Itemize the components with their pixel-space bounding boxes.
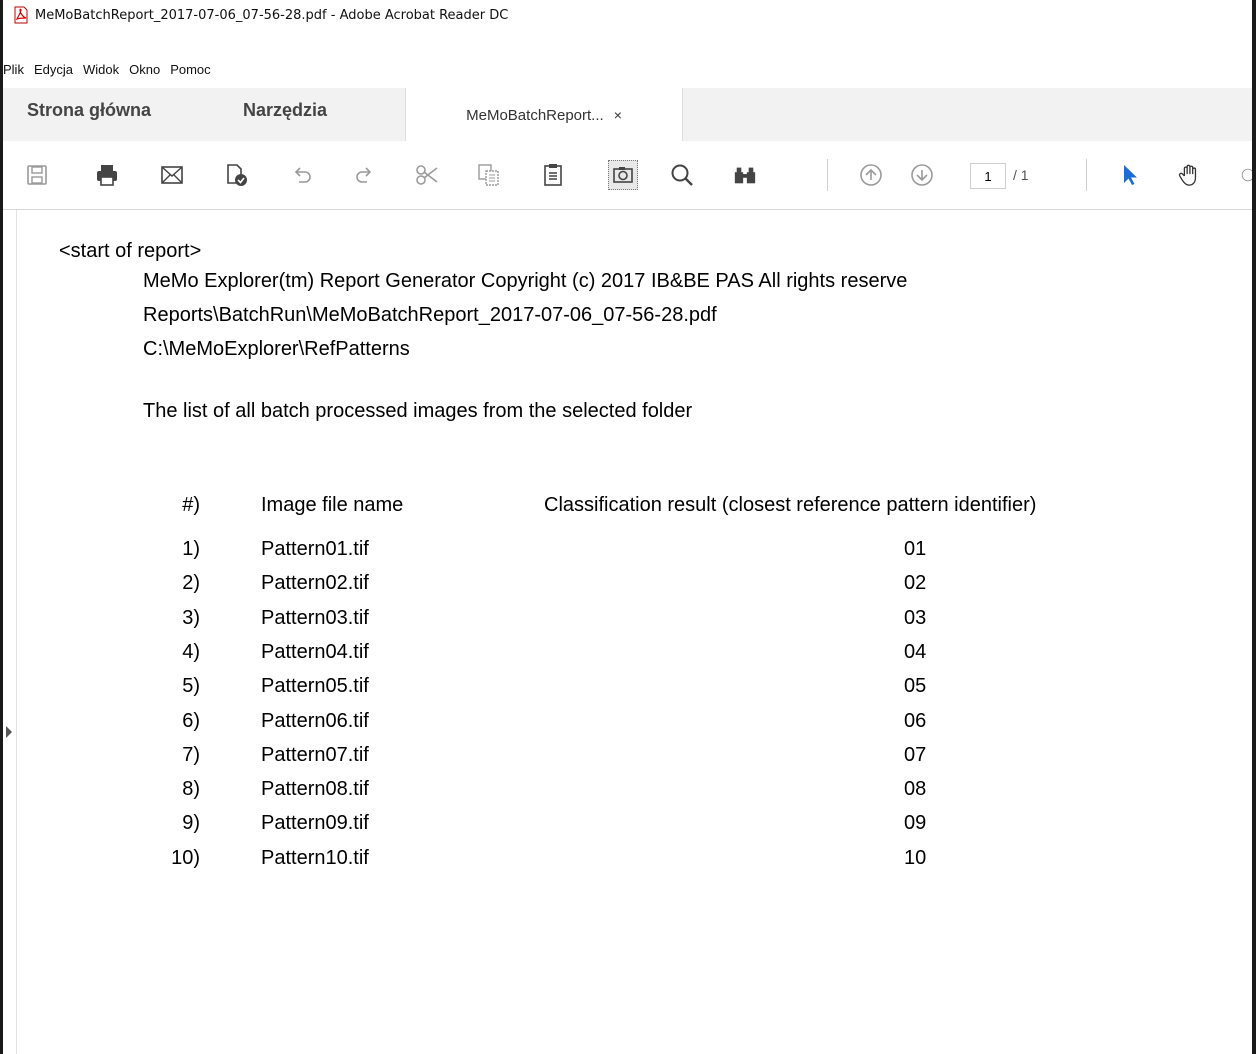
tab-bar: Strona główna Narzędzia MeMoBatchReport.… bbox=[3, 88, 1252, 142]
row-number: 8) bbox=[182, 778, 200, 800]
menu-window[interactable]: Okno bbox=[129, 62, 160, 77]
start-marker: <start of report> bbox=[59, 240, 202, 262]
row-classification-result: 05 bbox=[904, 675, 927, 697]
column-header-num: #) bbox=[182, 494, 200, 516]
tab-document-label: MeMoBatchReport... bbox=[466, 106, 604, 124]
snapshot-icon[interactable] bbox=[608, 160, 638, 190]
column-header-result: Classification result (closest reference… bbox=[544, 494, 1037, 516]
print-icon[interactable] bbox=[95, 163, 119, 187]
toolbar: 1 / 1 bbox=[3, 141, 1252, 210]
row-classification-result: 09 bbox=[904, 812, 927, 834]
tab-tools[interactable]: Narzędzia bbox=[243, 100, 327, 121]
row-classification-result: 06 bbox=[904, 710, 927, 732]
row-number: 6) bbox=[182, 710, 200, 732]
search-icon[interactable] bbox=[670, 163, 694, 187]
find-icon[interactable] bbox=[733, 163, 757, 187]
page-number-input[interactable]: 1 bbox=[970, 163, 1006, 189]
menu-view[interactable]: Widok bbox=[83, 62, 119, 77]
cut-icon[interactable] bbox=[415, 163, 439, 187]
row-file-name: Pattern10.tif bbox=[261, 847, 369, 869]
list-title: The list of all batch processed images f… bbox=[143, 400, 693, 422]
report-header: MeMo Explorer(tm) Report Generator Copyr… bbox=[143, 270, 908, 292]
reference-path: C:\MeMoExplorer\RefPatterns bbox=[143, 338, 410, 360]
zoom-icon[interactable] bbox=[1241, 163, 1252, 187]
row-file-name: Pattern06.tif bbox=[261, 710, 369, 732]
page-down-icon[interactable] bbox=[910, 163, 934, 187]
row-number: 5) bbox=[182, 675, 200, 697]
menu-edit[interactable]: Edycja bbox=[34, 62, 73, 77]
certify-icon[interactable] bbox=[224, 163, 248, 187]
column-header-file: Image file name bbox=[261, 494, 404, 516]
row-classification-result: 10 bbox=[904, 847, 927, 869]
window-title: MeMoBatchReport_2017-07-06_07-56-28.pdf … bbox=[35, 7, 509, 23]
hand-tool-icon[interactable] bbox=[1177, 163, 1201, 187]
document-view[interactable]: <start of report> MeMo Explorer(tm) Repo… bbox=[6, 210, 1248, 1054]
menu-help[interactable]: Pomoc bbox=[170, 62, 210, 77]
tab-home[interactable]: Strona główna bbox=[27, 100, 151, 121]
row-number: 4) bbox=[182, 641, 200, 663]
toolbar-separator bbox=[827, 159, 828, 191]
row-number: 7) bbox=[182, 744, 200, 766]
row-number: 2) bbox=[182, 572, 200, 594]
row-number: 9) bbox=[182, 812, 200, 834]
row-number: 10) bbox=[171, 847, 200, 869]
pdf-file-icon bbox=[14, 6, 28, 24]
row-classification-result: 01 bbox=[904, 538, 927, 560]
row-classification-result: 08 bbox=[904, 778, 927, 800]
close-tab-icon[interactable]: × bbox=[614, 107, 622, 123]
row-file-name: Pattern03.tif bbox=[261, 607, 369, 629]
toolbar-separator bbox=[1086, 159, 1087, 191]
menu-bar: Plik Edycja Widok Okno Pomoc bbox=[3, 56, 1252, 82]
page-total: / 1 bbox=[1013, 167, 1029, 183]
undo-icon[interactable] bbox=[290, 163, 314, 187]
row-number: 1) bbox=[182, 538, 200, 560]
row-file-name: Pattern04.tif bbox=[261, 641, 369, 663]
expand-pane-arrow-icon[interactable] bbox=[6, 726, 12, 738]
row-file-name: Pattern09.tif bbox=[261, 812, 369, 834]
save-icon[interactable] bbox=[25, 163, 49, 187]
row-classification-result: 07 bbox=[904, 744, 927, 766]
menu-file[interactable]: Plik bbox=[3, 62, 24, 77]
row-file-name: Pattern07.tif bbox=[261, 744, 369, 766]
copy-icon[interactable] bbox=[477, 163, 501, 187]
title-bar: MeMoBatchReport_2017-07-06_07-56-28.pdf … bbox=[3, 0, 1252, 30]
report-path: Reports\BatchRun\MeMoBatchReport_2017-07… bbox=[143, 304, 717, 326]
tab-document[interactable]: MeMoBatchReport... × bbox=[405, 88, 683, 142]
row-file-name: Pattern01.tif bbox=[261, 538, 369, 560]
paste-icon[interactable] bbox=[541, 163, 565, 187]
acrobat-window: MeMoBatchReport_2017-07-06_07-56-28.pdf … bbox=[0, 0, 1256, 1054]
row-classification-result: 02 bbox=[904, 572, 927, 594]
row-number: 3) bbox=[182, 607, 200, 629]
select-tool-icon[interactable] bbox=[1118, 163, 1142, 187]
navigation-pane-edge bbox=[6, 210, 17, 1054]
row-file-name: Pattern02.tif bbox=[261, 572, 369, 594]
page-up-icon[interactable] bbox=[859, 163, 883, 187]
row-classification-result: 04 bbox=[904, 641, 927, 663]
row-file-name: Pattern05.tif bbox=[261, 675, 369, 697]
row-file-name: Pattern08.tif bbox=[261, 778, 369, 800]
row-classification-result: 03 bbox=[904, 607, 927, 629]
redo-icon[interactable] bbox=[352, 163, 376, 187]
email-icon[interactable] bbox=[160, 163, 184, 187]
